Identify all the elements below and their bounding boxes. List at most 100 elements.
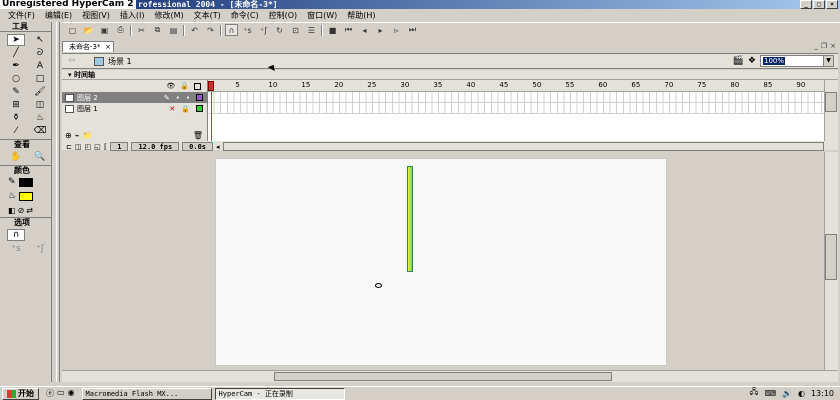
line-tool-icon[interactable]: ╱	[7, 47, 25, 59]
taskbar-item-flash[interactable]: Macromedia Flash MX...	[81, 387, 212, 400]
play-icon[interactable]: ▸	[374, 24, 387, 36]
scroll-left-icon[interactable]: ◂	[216, 143, 220, 151]
copy-icon[interactable]: ⧉	[151, 24, 164, 36]
vertical-rectangle-shape[interactable]	[407, 166, 413, 272]
rectangle-tool-icon[interactable]: □	[31, 73, 49, 85]
brush-tool-icon[interactable]: 🖌	[31, 86, 49, 98]
hidden-x-icon[interactable]: ✕	[169, 105, 175, 113]
scrollbar-thumb[interactable]	[274, 372, 612, 381]
scrollbar-thumb[interactable]	[825, 234, 837, 280]
lasso-tool-icon[interactable]: ᘐ	[31, 47, 49, 59]
fast-forward-icon[interactable]: ⏭	[406, 24, 419, 36]
stage-vscrollbar[interactable]	[824, 152, 838, 370]
text-tool-icon[interactable]: A	[31, 60, 49, 72]
scale-icon[interactable]: ⊡	[289, 24, 302, 36]
rotate-icon[interactable]: ↻	[273, 24, 286, 36]
menu-text[interactable]: 文本(T)	[189, 10, 226, 21]
swap-colors-icon[interactable]: ⇄	[26, 206, 33, 215]
pencil-tool-icon[interactable]: ✎	[7, 86, 25, 98]
eye-icon[interactable]: 👁	[166, 82, 175, 90]
stroke-color-swatch[interactable]	[18, 177, 33, 187]
edit-multiple-icon[interactable]: ◱	[94, 143, 101, 151]
playhead-marker[interactable]	[208, 81, 214, 91]
straighten-option-icon[interactable]: ⁺ʃ	[31, 243, 49, 255]
stage-hscrollbar[interactable]	[62, 370, 838, 382]
eyedropper-tool-icon[interactable]: ⁄	[7, 125, 25, 137]
chevron-down-icon[interactable]: ▼	[823, 56, 833, 66]
menu-insert[interactable]: 插入(I)	[115, 10, 150, 21]
eraser-tool-icon[interactable]: ⌫	[31, 125, 49, 137]
add-folder-icon[interactable]: 📁	[83, 131, 93, 140]
taskbar-item-hypercam[interactable]: HyperCam - 正在录制	[214, 387, 345, 400]
tray-app-icon[interactable]: ◐	[798, 389, 805, 398]
black-white-icon[interactable]: ◧	[8, 206, 16, 215]
maximize-button[interactable]: □	[813, 0, 825, 9]
start-button[interactable]: 开始	[2, 387, 39, 400]
input-method-icon[interactable]: ⌨	[764, 389, 776, 398]
step-back-icon[interactable]: ◂	[358, 24, 371, 36]
center-frame-icon[interactable]: ⊏	[66, 143, 72, 151]
zoom-select[interactable]: 100% ▼	[760, 55, 834, 67]
doc-close-icon[interactable]: ×	[830, 42, 836, 50]
snap-option-icon[interactable]: ∩	[7, 229, 25, 241]
panel-divider[interactable]	[56, 22, 60, 382]
align-icon[interactable]: ☰	[305, 24, 318, 36]
menu-edit[interactable]: 编辑(E)	[40, 10, 77, 21]
paint-bucket-tool-icon[interactable]: ♨	[31, 112, 49, 124]
no-color-icon[interactable]: ⊘	[18, 206, 25, 215]
stage[interactable]	[215, 158, 667, 366]
network-icon[interactable]: 🖧	[750, 386, 759, 400]
pen-tool-icon[interactable]: ✒	[7, 60, 25, 72]
volume-icon[interactable]: 🔊	[782, 389, 792, 398]
menu-file[interactable]: 文件(F)	[3, 10, 40, 21]
minimize-button[interactable]: _	[800, 0, 812, 9]
new-file-icon[interactable]: ▢	[66, 24, 79, 36]
rewind-icon[interactable]: ⏮	[342, 24, 355, 36]
timeline-header[interactable]: ▾ 时间轴	[62, 70, 838, 80]
add-guide-layer-icon[interactable]: ⌁	[75, 131, 80, 140]
smooth-icon[interactable]: ⁺s	[241, 24, 254, 36]
straighten-icon[interactable]: ⁺ʃ	[257, 24, 270, 36]
add-layer-icon[interactable]: ⊕	[65, 131, 72, 140]
close-tab-icon[interactable]: ×	[105, 42, 111, 52]
back-arrow-icon[interactable]: ⇦	[68, 56, 76, 66]
pasteboard[interactable]	[62, 152, 824, 370]
smooth-option-icon[interactable]: ⁺s	[7, 243, 25, 255]
scrollbar-thumb[interactable]	[825, 92, 837, 112]
layer-row[interactable]: 图层 1 ✕ 🔒	[62, 103, 207, 114]
step-forward-icon[interactable]: ▹	[390, 24, 403, 36]
media-icon[interactable]: ◉	[68, 388, 75, 399]
snap-magnet-icon[interactable]: ∩	[225, 24, 238, 36]
visible-dot-icon[interactable]: •	[176, 94, 180, 102]
oval-tool-icon[interactable]: ○	[7, 73, 25, 85]
edit-symbol-icon[interactable]: ❖	[748, 56, 756, 66]
frame-row[interactable]	[208, 103, 824, 114]
doc-restore-icon[interactable]: ❐	[821, 42, 827, 50]
onion-markers-icon[interactable]: ⟦	[104, 143, 107, 151]
scene-breadcrumb[interactable]: 场景 1	[94, 56, 132, 67]
timeline-hscrollbar[interactable]	[222, 142, 824, 151]
arrow-tool-icon[interactable]: ➤	[7, 34, 25, 46]
close-button[interactable]: ×	[826, 0, 838, 9]
lock-icon[interactable]: 🔒	[181, 105, 190, 113]
layer-row[interactable]: 图层 2 ✎ • •	[62, 92, 207, 103]
lock-icon[interactable]: 🔒	[180, 82, 189, 90]
menu-view[interactable]: 视图(V)	[77, 10, 115, 21]
stop-icon[interactable]: ■	[326, 24, 339, 36]
frame-row[interactable]	[208, 92, 824, 103]
outline-icon[interactable]	[194, 82, 201, 90]
cut-icon[interactable]: ✂	[135, 24, 148, 36]
zoom-tool-icon[interactable]: 🔍	[31, 151, 49, 163]
ink-bottle-tool-icon[interactable]: ⚱	[7, 112, 25, 124]
menu-window[interactable]: 窗口(W)	[302, 10, 342, 21]
document-tab[interactable]: 未命名-3* ×	[62, 41, 114, 52]
layer-color-box[interactable]	[196, 105, 203, 112]
menu-modify[interactable]: 修改(M)	[149, 10, 188, 21]
menu-help[interactable]: 帮助(H)	[342, 10, 380, 21]
doc-minimize-icon[interactable]: _	[814, 42, 818, 50]
fill-color-swatch[interactable]	[19, 191, 34, 201]
layer-color-box[interactable]	[196, 94, 203, 101]
save-icon[interactable]: ▣	[98, 24, 111, 36]
lock-dot-icon[interactable]: •	[186, 94, 190, 102]
redo-icon[interactable]: ↷	[204, 24, 217, 36]
